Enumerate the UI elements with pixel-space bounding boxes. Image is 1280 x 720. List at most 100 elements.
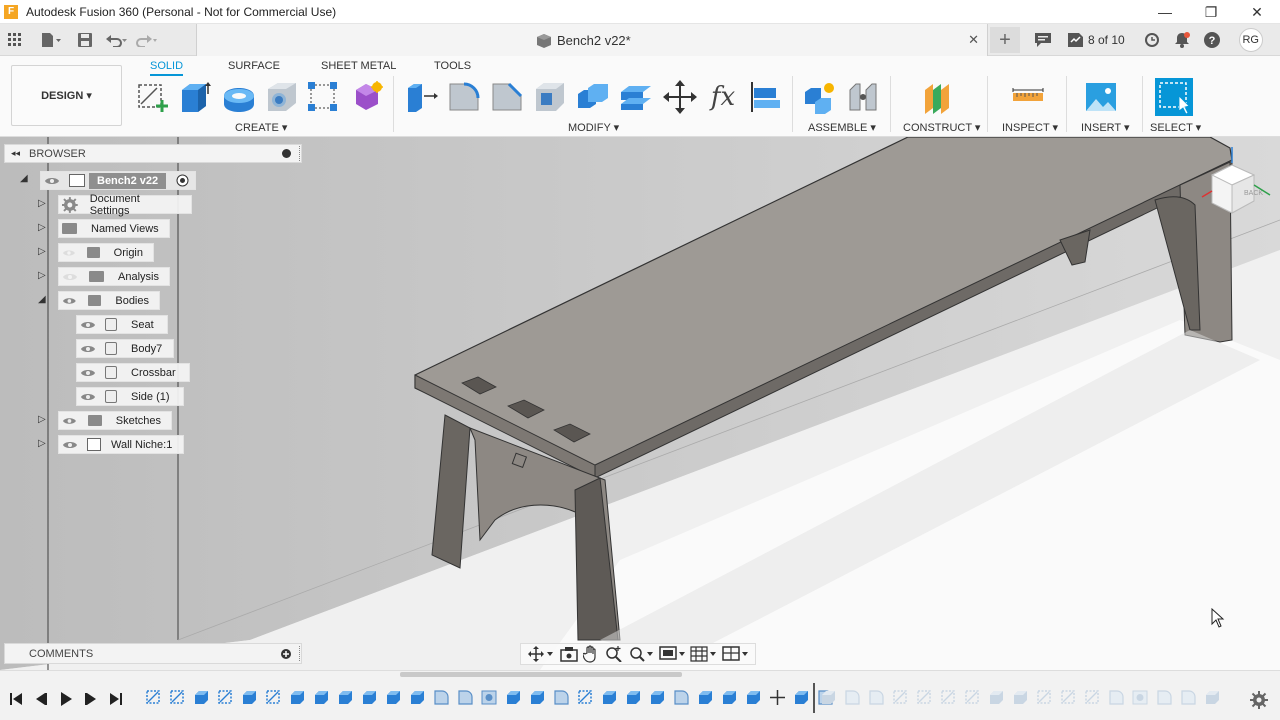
select-menu[interactable]: SELECT ▾	[1150, 121, 1201, 134]
timeline-feature-sketch-icon[interactable]	[1060, 689, 1077, 706]
fillet-icon[interactable]	[447, 80, 481, 114]
timeline-feature-body-icon[interactable]	[721, 689, 738, 706]
timeline-previous-icon[interactable]	[33, 691, 49, 707]
viewcube[interactable]: BACK	[1200, 145, 1278, 221]
expand-arrow-icon[interactable]: ▷	[38, 270, 46, 281]
timeline-feature-fillet-icon[interactable]	[433, 689, 450, 706]
timeline-feature-body-icon[interactable]	[1204, 689, 1221, 706]
data-panel-grid-icon[interactable]	[2, 27, 28, 53]
timeline-feature-fillet-icon[interactable]	[673, 689, 690, 706]
expand-arrow-icon[interactable]: ▷	[38, 414, 46, 425]
3d-canvas[interactable]: BACK	[0, 137, 1280, 670]
parameters-fx-icon[interactable]: fx	[706, 80, 740, 114]
close-tab-icon[interactable]: ✕	[968, 32, 979, 48]
tree-item-named-views[interactable]: Named Views	[58, 219, 170, 238]
timeline-settings-gear-icon[interactable]	[1250, 691, 1268, 709]
timeline-feature-body-icon[interactable]	[313, 689, 330, 706]
insert-image-icon[interactable]	[1084, 80, 1118, 114]
expand-arrow-icon[interactable]: ▷	[38, 438, 46, 449]
clock-icon[interactable]	[1139, 27, 1165, 53]
timeline-feature-body-icon[interactable]	[529, 689, 546, 706]
bench-model[interactable]	[0, 137, 1280, 670]
timeline-feature-sketch-icon[interactable]	[916, 689, 933, 706]
tree-item-analysis[interactable]: Analysis	[58, 267, 170, 286]
timeline-feature-sketch-icon[interactable]	[577, 689, 594, 706]
chamfer-icon[interactable]	[490, 80, 524, 114]
timeline-feature-move-icon[interactable]	[769, 689, 786, 706]
pattern-icon[interactable]	[306, 80, 340, 114]
eye-icon[interactable]	[81, 320, 95, 330]
timeline-first-icon[interactable]	[8, 691, 24, 707]
eye-icon[interactable]	[63, 416, 76, 426]
press-pull-icon[interactable]	[404, 80, 438, 114]
timeline-feature-fillet-icon[interactable]	[868, 689, 885, 706]
modify-menu[interactable]: MODIFY ▾	[568, 121, 619, 134]
comments-icon[interactable]	[1030, 27, 1056, 53]
eye-icon[interactable]	[81, 392, 95, 402]
pan-hand-icon[interactable]	[583, 645, 599, 663]
align-icon[interactable]	[749, 80, 783, 114]
construct-menu[interactable]: CONSTRUCT ▾	[903, 121, 980, 134]
minimize-button[interactable]: —	[1142, 0, 1188, 24]
tree-item-body-side[interactable]: Side (1)	[76, 387, 184, 406]
timeline-next-icon[interactable]	[83, 691, 99, 707]
offset-face-icon[interactable]	[619, 80, 653, 114]
tree-item-root-component[interactable]: Bench2 v22	[40, 171, 196, 190]
tree-item-wall-niche[interactable]: Wall Niche:1	[58, 435, 184, 454]
timeline-feature-body-icon[interactable]	[241, 689, 258, 706]
browser-panel-header[interactable]: ◂◂ BROWSER	[4, 144, 302, 163]
grid-settings-icon[interactable]	[690, 646, 717, 662]
timeline-feature-body-icon[interactable]	[409, 689, 426, 706]
timeline-feature-fillet-icon[interactable]	[1156, 689, 1173, 706]
timeline-feature-body-icon[interactable]	[793, 689, 810, 706]
combine-icon[interactable]	[576, 80, 610, 114]
timeline-feature-body-icon[interactable]	[625, 689, 642, 706]
collapse-arrow-icon[interactable]: ◢	[20, 173, 28, 184]
activate-radio-icon[interactable]	[176, 174, 189, 187]
tree-item-sketches[interactable]: Sketches	[58, 411, 172, 430]
orbit-icon[interactable]	[527, 646, 554, 662]
timeline-feature-sketch-icon[interactable]	[145, 689, 162, 706]
eye-hidden-icon[interactable]	[63, 272, 77, 282]
timeline-feature-hole-icon[interactable]	[1132, 689, 1149, 706]
timeline-feature-sketch-icon[interactable]	[265, 689, 282, 706]
timeline-feature-body-icon[interactable]	[697, 689, 714, 706]
timeline-marker[interactable]	[813, 683, 815, 713]
shell-icon[interactable]	[533, 80, 567, 114]
new-component-icon[interactable]	[803, 80, 837, 114]
timeline-feature-fillet-icon[interactable]	[1180, 689, 1197, 706]
eye-icon[interactable]	[45, 176, 59, 186]
timeline-play-icon[interactable]	[58, 691, 74, 707]
workspace-switcher-button[interactable]: DESIGN ▾	[11, 65, 122, 126]
revolve-icon[interactable]	[222, 80, 256, 114]
timeline-feature-fillet-icon[interactable]	[553, 689, 570, 706]
close-window-button[interactable]: ✕	[1234, 0, 1280, 24]
timeline-feature-fillet-icon[interactable]	[844, 689, 861, 706]
tree-item-document-settings[interactable]: Document Settings	[58, 193, 192, 217]
user-avatar[interactable]: RG	[1238, 28, 1263, 52]
timeline-feature-body-icon[interactable]	[337, 689, 354, 706]
eye-hidden-icon[interactable]	[63, 248, 75, 258]
timeline-scrollbar[interactable]	[400, 672, 682, 677]
timeline-feature-sketch-icon[interactable]	[1036, 689, 1053, 706]
job-status[interactable]: 8 of 10	[1068, 33, 1125, 47]
create-form-icon[interactable]	[350, 80, 384, 114]
notifications-bell-icon[interactable]	[1169, 27, 1195, 53]
tree-item-bodies[interactable]: Bodies	[58, 291, 160, 310]
undo-icon[interactable]	[104, 27, 130, 53]
timeline-feature-fillet-icon[interactable]	[1108, 689, 1125, 706]
move-copy-icon[interactable]	[663, 80, 697, 114]
assemble-menu[interactable]: ASSEMBLE ▾	[808, 121, 876, 134]
joint-icon[interactable]	[846, 80, 880, 114]
fit-zoom-icon[interactable]	[629, 646, 653, 662]
eye-icon[interactable]	[81, 368, 95, 378]
eye-icon[interactable]	[63, 440, 77, 450]
timeline-feature-body-icon[interactable]	[601, 689, 618, 706]
zoom-icon[interactable]	[605, 646, 623, 662]
add-comment-icon[interactable]	[281, 648, 291, 659]
comments-panel-header[interactable]: COMMENTS	[4, 643, 302, 664]
eye-icon[interactable]	[63, 296, 76, 306]
timeline-feature-body-icon[interactable]	[505, 689, 522, 706]
timeline-feature-hole-icon[interactable]	[481, 689, 498, 706]
tab-sheet-metal[interactable]: SHEET METAL	[321, 60, 396, 72]
